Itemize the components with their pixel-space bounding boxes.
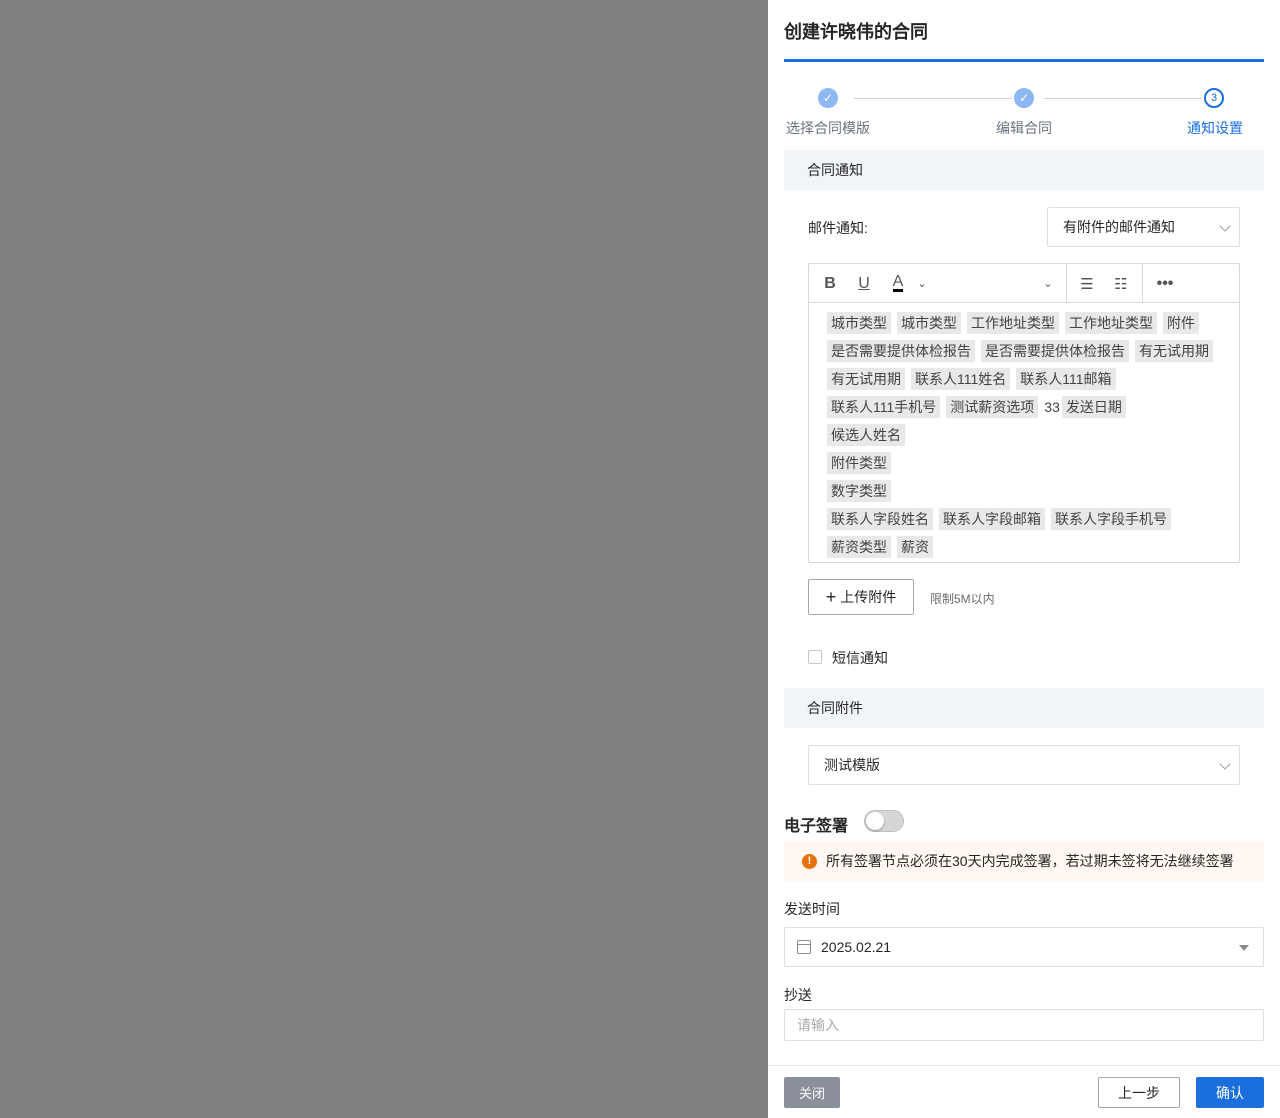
toolbar-divider xyxy=(1142,264,1143,303)
esign-toggle[interactable] xyxy=(864,810,904,832)
editor-line: 是否需要提供体检报告 是否需要提供体检报告 有无试用期 xyxy=(827,340,1221,362)
editor-line: 附件类型 xyxy=(827,452,1221,474)
calendar-icon xyxy=(797,940,811,954)
editor-line: 联系人字段姓名 联系人字段邮箱 联系人字段手机号 xyxy=(827,508,1221,530)
template-variable-tag[interactable]: 联系人字段手机号 xyxy=(1051,508,1171,530)
footer-divider xyxy=(768,1065,1280,1066)
sms-notify-label[interactable]: 短信通知 xyxy=(832,648,888,668)
template-variable-tag[interactable]: 测试薪资选项 xyxy=(946,396,1039,418)
sms-notify-checkbox[interactable] xyxy=(808,650,822,664)
template-variable-tag[interactable]: 是否需要提供体检报告 xyxy=(981,340,1129,362)
template-variable-tag[interactable]: 有无试用期 xyxy=(1135,340,1213,362)
template-variable-tag[interactable]: 联系人111手机号 xyxy=(827,396,941,418)
template-variable-tag[interactable]: 薪资类型 xyxy=(827,536,891,558)
template-variable-tag[interactable]: 工作地址类型 xyxy=(1065,312,1157,334)
template-variable-tag[interactable]: 候选人姓名 xyxy=(827,424,905,446)
esign-warning-alert: ! 所有签署节点必须在30天内完成签署，若过期未签将无法继续签署 xyxy=(784,841,1264,881)
font-size-dropdown-chevron-down-icon[interactable]: ⌄ xyxy=(1039,264,1057,303)
plus-icon: + xyxy=(825,587,837,607)
title-underline xyxy=(784,59,1264,62)
step-3-label: 通知设置 xyxy=(1187,120,1243,136)
editor-line: 候选人姓名 xyxy=(827,424,1221,446)
editor-toolbar: B U A ⌄ ⌄ ☰ ☷ ••• xyxy=(809,264,1239,303)
editor-line: 城市类型 城市类型 工作地址类型 工作地址类型 附件 xyxy=(827,312,1221,334)
template-variable-tag[interactable]: 有无试用期 xyxy=(827,368,905,390)
template-variable-tag[interactable]: 是否需要提供体检报告 xyxy=(827,340,975,362)
template-variable-tag[interactable]: 发送日期 xyxy=(1061,396,1126,418)
send-time-label: 发送时间 xyxy=(784,901,840,917)
esign-warning-text: 所有签署节点必须在30天内完成签署，若过期未签将无法继续签署 xyxy=(826,853,1234,869)
unordered-list-icon[interactable]: ☷ xyxy=(1109,264,1133,303)
modal-overlay[interactable] xyxy=(0,0,768,1118)
send-time-value: 2025.02.21 xyxy=(821,939,892,955)
close-button[interactable]: 关闭 xyxy=(784,1077,840,1108)
email-notify-select[interactable]: 有附件的邮件通知 xyxy=(1047,207,1240,247)
step-1-check-icon: ✓ xyxy=(818,88,838,108)
contract-attachment-section-title: 合同附件 xyxy=(784,688,1264,728)
editor-line: 联系人111手机号 测试薪资选项 33 发送日期 xyxy=(827,396,1221,418)
esign-label: 电子签署 xyxy=(784,818,849,835)
chevron-down-icon xyxy=(1219,220,1231,232)
attachment-template-select[interactable]: 测试模版 xyxy=(808,745,1240,785)
template-variable-tag[interactable]: 联系人111姓名 xyxy=(911,368,1011,390)
upload-attachment-button[interactable]: + 上传附件 xyxy=(808,579,914,615)
attachment-template-value: 测试模版 xyxy=(824,757,880,773)
toolbar-divider xyxy=(1066,264,1067,303)
template-variable-tag[interactable]: 城市类型 xyxy=(827,312,891,334)
email-notify-select-value: 有附件的邮件通知 xyxy=(1063,219,1175,235)
warning-icon: ! xyxy=(802,853,817,869)
template-variable-tag[interactable]: 工作地址类型 xyxy=(967,312,1059,334)
editor-line: 数字类型 xyxy=(827,480,1221,502)
template-variable-tag[interactable]: 数字类型 xyxy=(827,480,891,502)
upload-size-hint: 限制5M以内 xyxy=(930,592,995,606)
send-time-date-picker[interactable]: 2025.02.21 xyxy=(784,927,1264,967)
previous-step-button[interactable]: 上一步 xyxy=(1098,1077,1180,1108)
step-2-label: 编辑合同 xyxy=(996,120,1052,136)
template-variable-tag[interactable]: 联系人字段邮箱 xyxy=(939,508,1045,530)
drawer-title: 创建许晓伟的合同 xyxy=(784,22,928,42)
editor-line: 薪资类型 薪资 xyxy=(827,536,1221,558)
template-variable-tag[interactable]: 薪资 xyxy=(897,536,933,558)
steps: ✓ ✓ 3 选择合同模版 编辑合同 通知设置 xyxy=(784,88,1264,138)
cc-input[interactable] xyxy=(784,1009,1264,1041)
template-variable-tag[interactable]: 附件 xyxy=(1163,312,1199,334)
confirm-button[interactable]: 确认 xyxy=(1196,1077,1264,1108)
editor-line: 有无试用期 联系人111姓名 联系人111邮箱 xyxy=(827,368,1221,390)
template-variable-tag[interactable]: 附件类型 xyxy=(827,452,891,474)
template-variable-tag[interactable]: 联系人111邮箱 xyxy=(1016,368,1116,390)
font-color-dropdown-chevron-down-icon[interactable]: ⌄ xyxy=(913,264,931,303)
step-1-label: 选择合同模版 xyxy=(786,120,870,136)
contract-notify-section-title: 合同通知 xyxy=(784,150,1264,190)
toggle-knob xyxy=(866,812,884,830)
step-3-number: 3 xyxy=(1204,88,1224,108)
underline-icon[interactable]: U xyxy=(853,264,875,303)
cc-label: 抄送 xyxy=(784,987,812,1003)
font-color-icon[interactable]: A xyxy=(887,264,909,303)
more-icon[interactable]: ••• xyxy=(1153,264,1177,303)
ordered-list-icon[interactable]: ☰ xyxy=(1075,264,1099,303)
editor-text[interactable]: 33 xyxy=(1044,399,1060,415)
create-contract-drawer: 创建许晓伟的合同 ✓ ✓ 3 选择合同模版 编辑合同 通知设置 合同通知 邮件通… xyxy=(768,0,1280,1118)
email-content-editor[interactable]: B U A ⌄ ⌄ ☰ ☷ ••• 城市类型 城市类型 工作地址类型 工作地址类型 附件… xyxy=(808,263,1240,563)
email-notify-label: 邮件通知: xyxy=(808,220,868,236)
step-2-check-icon: ✓ xyxy=(1014,88,1034,108)
editor-content[interactable]: 城市类型 城市类型 工作地址类型 工作地址类型 附件 是否需要提供体检报告 是否需要提供体检… xyxy=(809,304,1239,562)
bold-icon[interactable]: B xyxy=(819,264,841,303)
chevron-down-icon xyxy=(1219,758,1231,770)
step-connector xyxy=(1044,98,1202,99)
caret-down-icon xyxy=(1239,945,1249,951)
template-variable-tag[interactable]: 城市类型 xyxy=(897,312,961,334)
step-connector xyxy=(854,98,1012,99)
upload-attachment-label: 上传附件 xyxy=(840,589,897,605)
template-variable-tag[interactable]: 联系人字段姓名 xyxy=(827,508,933,530)
